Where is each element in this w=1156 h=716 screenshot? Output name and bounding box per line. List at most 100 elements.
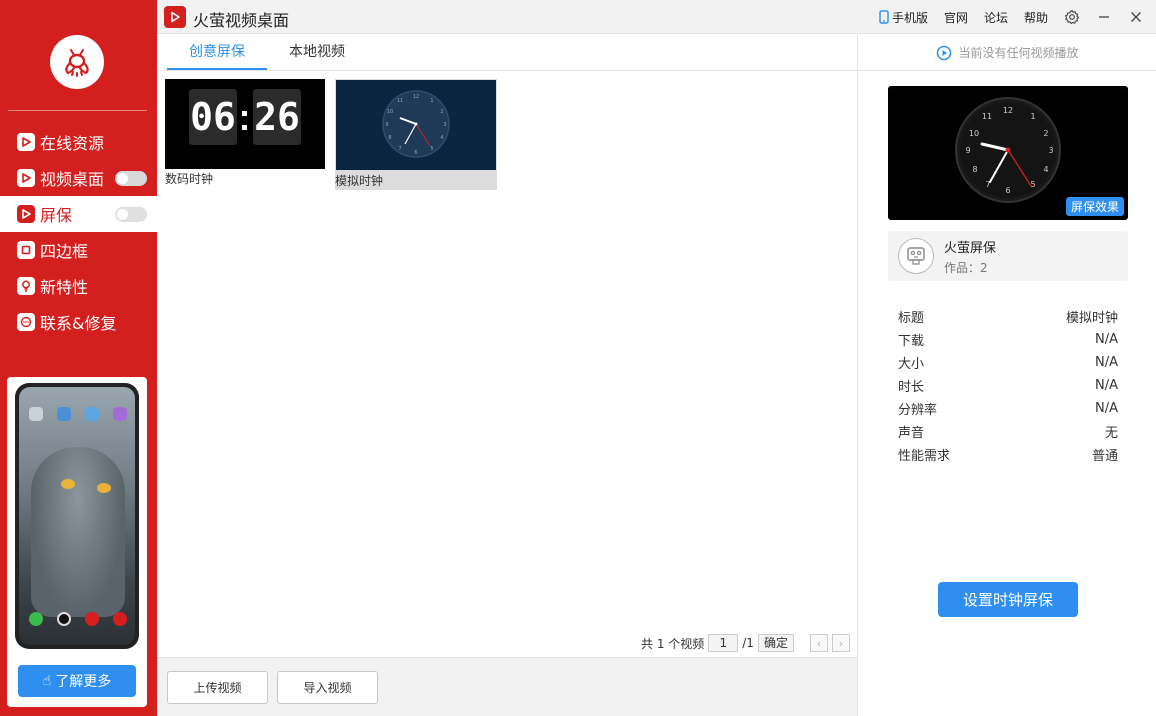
upload-video-button[interactable]: 上传视频 — [167, 671, 268, 704]
mobile-version-link[interactable]: 手机版 — [879, 9, 928, 26]
sidebar: 在线资源 视频桌面 屏保 四边框 新特性 联系&修复 ☝ 了解更多 — [0, 0, 157, 716]
sidebar-item-contact-repair[interactable]: 联系&修复 — [0, 304, 157, 340]
thumbnail-analog-clock[interactable]: 12 1 2 345 678 9 10 11 模拟时钟 — [335, 79, 497, 190]
digital-clock-preview: 06 26 — [165, 79, 325, 169]
sidebar-item-border-frame[interactable]: 四边框 — [0, 232, 157, 268]
info-value: N/A — [1095, 401, 1118, 416]
page-number-input[interactable]: 1 — [708, 634, 739, 652]
now-playing-status: 当前没有任何视频播放 — [858, 35, 1156, 71]
screensaver-toggle[interactable] — [115, 207, 147, 222]
info-value: 模拟时钟 — [1065, 311, 1118, 326]
avatar — [898, 238, 934, 274]
svg-text:1: 1 — [1030, 112, 1035, 121]
sidebar-item-video-desktop[interactable]: 视频桌面 — [0, 160, 157, 196]
video-desktop-toggle[interactable] — [115, 171, 147, 186]
firefly-app-icon — [85, 612, 99, 626]
screensaver-effect-badge[interactable]: 屏保效果 — [1065, 197, 1124, 216]
firefly-app-icon — [113, 612, 127, 626]
screensaver-preview: 12 1 2 345 678 9 10 11 屏保效果 — [888, 86, 1128, 220]
info-row-size: 大小 N/A — [898, 351, 1118, 374]
svg-text:9: 9 — [385, 122, 388, 128]
info-key: 时长 — [898, 380, 925, 395]
info-value: N/A — [1095, 332, 1118, 347]
learn-more-label: 了解更多 — [55, 674, 112, 690]
info-key: 大小 — [898, 357, 925, 372]
author-name: 火萤屏保 — [944, 241, 997, 256]
forum-label: 论坛 — [983, 10, 1008, 25]
analog-clock-icon: 1212 345 678 91011 — [382, 90, 450, 158]
page-confirm-button[interactable]: 确定 — [757, 634, 794, 652]
info-key: 下载 — [898, 334, 925, 349]
thumbnail-digital-clock[interactable]: 06 26 数码时钟 — [165, 79, 327, 190]
svg-text:12: 12 — [1003, 106, 1013, 115]
info-value: N/A — [1095, 355, 1118, 370]
sidebar-item-screensaver[interactable]: 屏保 — [0, 196, 157, 232]
phone-call-icon — [29, 612, 43, 626]
info-row-sound: 声音 无 — [898, 420, 1118, 443]
app-icon — [113, 407, 127, 421]
bottom-toolbar: 上传视频 导入视频 — [157, 657, 857, 716]
help-link[interactable]: 帮助 — [1024, 9, 1048, 26]
info-key: 声音 — [898, 426, 925, 441]
page-total-label: /1 — [742, 636, 754, 650]
info-value: N/A — [1095, 378, 1118, 393]
now-playing-text: 当前没有任何视频播放 — [958, 46, 1079, 60]
frame-icon — [17, 241, 35, 259]
tab-label: 创意屏保 — [189, 44, 245, 60]
import-video-button[interactable]: 导入视频 — [277, 671, 378, 704]
tab-label: 本地视频 — [289, 44, 345, 60]
detail-panel: 当前没有任何视频播放 12 1 2 345 678 9 10 11 屏保效果 火… — [857, 35, 1156, 716]
hand-pointer-icon: ☝ — [42, 673, 52, 689]
sidebar-item-online-resources[interactable]: 在线资源 — [0, 124, 157, 160]
svg-text:5: 5 — [1030, 180, 1035, 189]
minimize-button[interactable] — [1096, 9, 1112, 25]
svg-text:6: 6 — [1005, 186, 1010, 195]
firefly-logo — [50, 35, 104, 89]
sidebar-item-label: 视频桌面 — [40, 170, 105, 189]
svg-text:4: 4 — [440, 135, 443, 141]
svg-text:1: 1 — [430, 98, 433, 104]
thumbnail-caption: 模拟时钟 — [335, 174, 384, 188]
clock-hours: 06 — [189, 89, 237, 145]
tab-creative-screensaver[interactable]: 创意屏保 — [167, 35, 267, 70]
author-works-count: 作品：2 — [944, 261, 988, 275]
analog-clock-preview: 12 1 2 345 678 9 10 11 — [336, 80, 496, 170]
svg-text:9: 9 — [965, 146, 970, 155]
next-page-button[interactable]: › — [831, 634, 850, 652]
svg-text:8: 8 — [388, 135, 391, 141]
gear-icon — [1064, 9, 1080, 25]
cat-eye — [97, 483, 111, 493]
learn-more-button[interactable]: ☝ 了解更多 — [18, 665, 136, 697]
svg-text:11: 11 — [397, 98, 403, 104]
svg-text:2: 2 — [1043, 129, 1048, 138]
author-card: 火萤屏保 作品：2 — [888, 231, 1128, 281]
info-key: 性能需求 — [898, 449, 951, 464]
clock-minutes: 26 — [253, 89, 301, 145]
chevron-right-icon: › — [838, 636, 844, 650]
sidebar-item-label: 屏保 — [40, 206, 73, 225]
cat-eye — [61, 479, 75, 489]
top-links: 手机版 官网 论坛 帮助 — [879, 0, 1144, 34]
settings-gear-button[interactable] — [1064, 9, 1080, 25]
sidebar-item-label: 在线资源 — [40, 134, 105, 153]
play-icon — [17, 169, 35, 187]
prev-page-button[interactable]: ‹ — [809, 634, 828, 652]
svg-text:6: 6 — [414, 150, 417, 156]
tab-local-video[interactable]: 本地视频 — [277, 35, 357, 70]
website-link[interactable]: 官网 — [944, 9, 968, 26]
info-key: 标题 — [898, 311, 925, 326]
title-bar: 火萤视频桌面 手机版 官网 论坛 帮助 — [157, 0, 1156, 34]
mobile-phone-icon — [879, 10, 889, 24]
set-clock-screensaver-button[interactable]: 设置时钟屏保 — [938, 582, 1078, 617]
info-row-duration: 时长 N/A — [898, 374, 1118, 397]
total-videos-label: 共 1 个视频 — [641, 636, 705, 651]
sidebar-item-new-features[interactable]: 新特性 — [0, 268, 157, 304]
app-title: 火萤视频桌面 — [193, 11, 290, 30]
svg-text:5: 5 — [430, 146, 433, 152]
play-circle-icon — [937, 45, 952, 60]
app-icon — [57, 407, 71, 421]
sidebar-item-label: 四边框 — [40, 242, 89, 261]
svg-text:11: 11 — [982, 112, 992, 121]
forum-link[interactable]: 论坛 — [984, 9, 1008, 26]
close-button[interactable] — [1128, 9, 1144, 25]
